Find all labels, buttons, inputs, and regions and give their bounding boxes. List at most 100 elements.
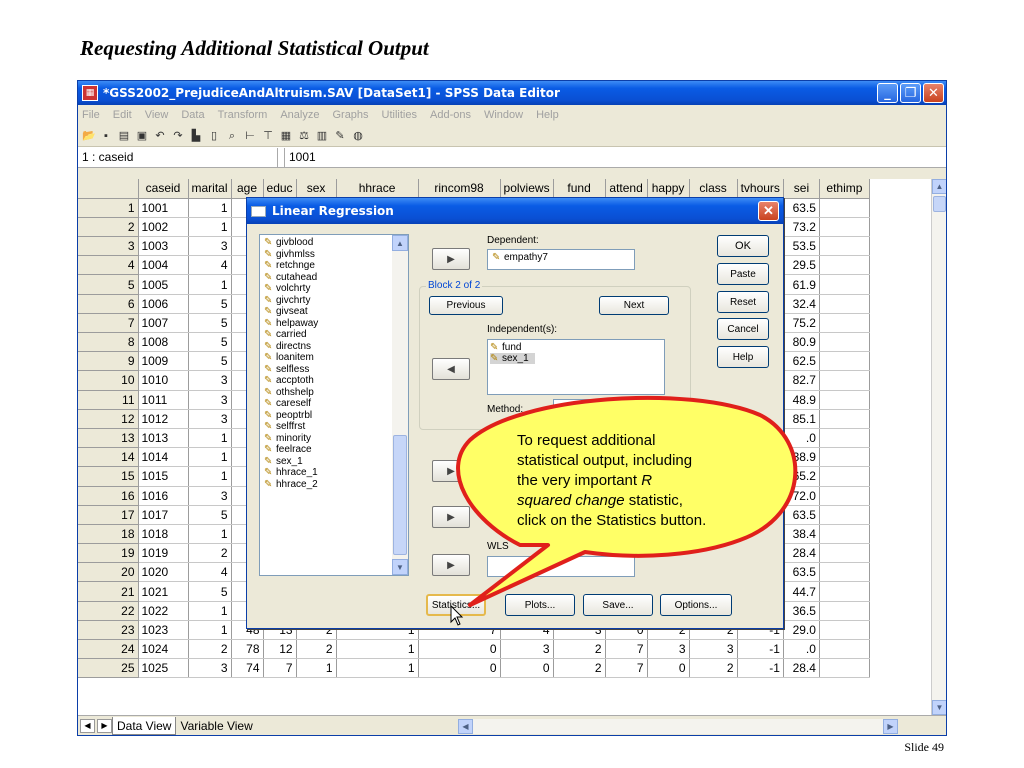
close-button[interactable]: ✕ — [923, 83, 944, 103]
variable-item[interactable]: ✎ givseat — [260, 306, 393, 318]
cell[interactable]: 48.9 — [783, 390, 820, 410]
cell[interactable]: 2 — [188, 639, 232, 660]
row-number[interactable]: 9 — [78, 351, 139, 372]
variable-item[interactable]: ✎ helpaway — [260, 318, 393, 330]
source-variable-list[interactable]: ✎ givblood ✎ givhmlss ✎ retchnge ✎ cutahead ✎ vol… — [259, 234, 409, 576]
insert-cases-icon[interactable]: ⊢ — [244, 130, 256, 142]
find-icon[interactable]: ⌕ — [226, 130, 238, 142]
column-header[interactable]: sei — [783, 179, 820, 199]
menu-transform[interactable]: Transform — [218, 109, 268, 121]
previous-block-button[interactable]: Previous — [429, 296, 503, 315]
cell[interactable]: 1011 — [138, 390, 189, 410]
cell[interactable]: 28.4 — [783, 658, 820, 679]
dependent-field[interactable]: ✎ empathy7 — [487, 249, 635, 270]
cell[interactable] — [819, 217, 870, 238]
independent-item-fund[interactable]: ✎ fund — [490, 342, 662, 353]
list-scroll-up-icon[interactable]: ▲ — [392, 235, 408, 251]
minimize-button[interactable]: _ — [877, 83, 898, 103]
print-icon[interactable]: ▤ — [118, 130, 130, 142]
scroll-thumb[interactable] — [933, 196, 946, 212]
wls-weight-field[interactable] — [487, 556, 635, 577]
column-header[interactable]: happy — [647, 179, 690, 199]
cell[interactable] — [819, 524, 870, 545]
redo-icon[interactable]: ↷ — [172, 130, 184, 142]
cell[interactable]: 4 — [188, 255, 232, 276]
goto-case-icon[interactable]: ▙ — [190, 130, 202, 142]
menu-file[interactable]: File — [82, 109, 100, 121]
cell[interactable]: 1007 — [138, 313, 189, 334]
move-to-independents-button[interactable]: ◀ — [432, 358, 470, 380]
variables-icon[interactable]: ▯ — [208, 130, 220, 142]
cell[interactable] — [819, 236, 870, 257]
row-number[interactable]: 14 — [78, 447, 139, 468]
cell[interactable]: 28.4 — [783, 543, 820, 564]
cell[interactable]: 63.5 — [783, 562, 820, 583]
cell[interactable]: 1009 — [138, 351, 189, 372]
cell[interactable]: 38.9 — [783, 447, 820, 468]
cell[interactable] — [819, 581, 870, 602]
cell[interactable] — [819, 562, 870, 583]
cell[interactable]: 1020 — [138, 562, 189, 583]
use-sets-icon[interactable]: ◍ — [352, 130, 364, 142]
cell[interactable] — [819, 505, 870, 525]
variable-item[interactable]: ✎ careself — [260, 398, 393, 410]
cell[interactable] — [819, 639, 870, 660]
cell[interactable]: 1021 — [138, 581, 189, 602]
move-to-selection-button[interactable]: ▶ — [432, 460, 470, 482]
column-header[interactable]: fund — [553, 179, 606, 199]
cell[interactable]: 63.5 — [783, 198, 820, 218]
cell[interactable]: 29.5 — [783, 255, 820, 276]
variable-item[interactable]: ✎ peoptrbl — [260, 410, 393, 422]
row-number[interactable]: 11 — [78, 390, 139, 410]
cell[interactable]: 5 — [188, 581, 232, 602]
menu-help[interactable]: Help — [536, 109, 559, 121]
cell[interactable] — [819, 370, 870, 391]
cell[interactable]: 1 — [296, 658, 337, 679]
menu-edit[interactable]: Edit — [113, 109, 132, 121]
list-scroll-thumb[interactable] — [393, 435, 407, 555]
window-titlebar[interactable]: ▦ *GSS2002_PrejudiceAndAltruism.SAV [Dat… — [78, 81, 946, 105]
column-header[interactable]: educ — [263, 179, 297, 199]
cell[interactable]: 85.1 — [783, 409, 820, 429]
variable-item[interactable]: ✎ cutahead — [260, 272, 393, 284]
vertical-scrollbar[interactable]: ▲ ▼ — [931, 179, 946, 715]
cell[interactable] — [819, 620, 870, 641]
cell[interactable]: 1 — [188, 601, 232, 621]
column-header[interactable]: class — [689, 179, 738, 199]
cell[interactable]: 1 — [188, 428, 232, 449]
cell[interactable]: 12 — [263, 639, 297, 660]
variable-item[interactable]: ✎ loanitem — [260, 352, 393, 364]
cell[interactable]: 1005 — [138, 274, 189, 295]
cell[interactable]: 72.0 — [783, 486, 820, 506]
scroll-right-icon[interactable]: ▶ — [883, 719, 898, 734]
cell[interactable]: 2 — [188, 543, 232, 564]
cell[interactable]: 7 — [605, 639, 648, 660]
cell[interactable]: 3 — [647, 639, 690, 660]
independent-item-sex[interactable]: ✎ sex_1 — [490, 353, 535, 364]
cell[interactable]: 1002 — [138, 217, 189, 238]
menu-addons[interactable]: Add-ons — [430, 109, 471, 121]
column-header[interactable]: caseid — [138, 179, 189, 199]
cell[interactable]: 1019 — [138, 543, 189, 564]
cell[interactable]: 1008 — [138, 332, 189, 353]
row-number[interactable]: 4 — [78, 255, 139, 276]
column-header[interactable]: marital — [188, 179, 232, 199]
cell[interactable]: 5 — [188, 313, 232, 334]
cell[interactable]: 1003 — [138, 236, 189, 257]
paste-button[interactable]: Paste — [717, 263, 769, 285]
cell[interactable]: 1022 — [138, 601, 189, 621]
variable-item[interactable]: ✎ givhmlss — [260, 249, 393, 261]
column-header[interactable]: hhrace — [336, 179, 419, 199]
scroll-left-icon[interactable]: ◀ — [458, 719, 473, 734]
cell[interactable]: -1 — [737, 639, 784, 660]
row-number[interactable]: 17 — [78, 505, 139, 525]
weight-cases-icon[interactable]: ⚖ — [298, 130, 310, 142]
menu-window[interactable]: Window — [484, 109, 523, 121]
row-number[interactable]: 3 — [78, 236, 139, 257]
reset-button[interactable]: Reset — [717, 291, 769, 313]
cell[interactable]: 0 — [647, 658, 690, 679]
help-button[interactable]: Help — [717, 346, 769, 368]
variable-item[interactable]: ✎ hhrace_1 — [260, 467, 393, 479]
column-header[interactable]: polviews — [500, 179, 554, 199]
tab-data-view[interactable]: Data View — [112, 716, 177, 735]
